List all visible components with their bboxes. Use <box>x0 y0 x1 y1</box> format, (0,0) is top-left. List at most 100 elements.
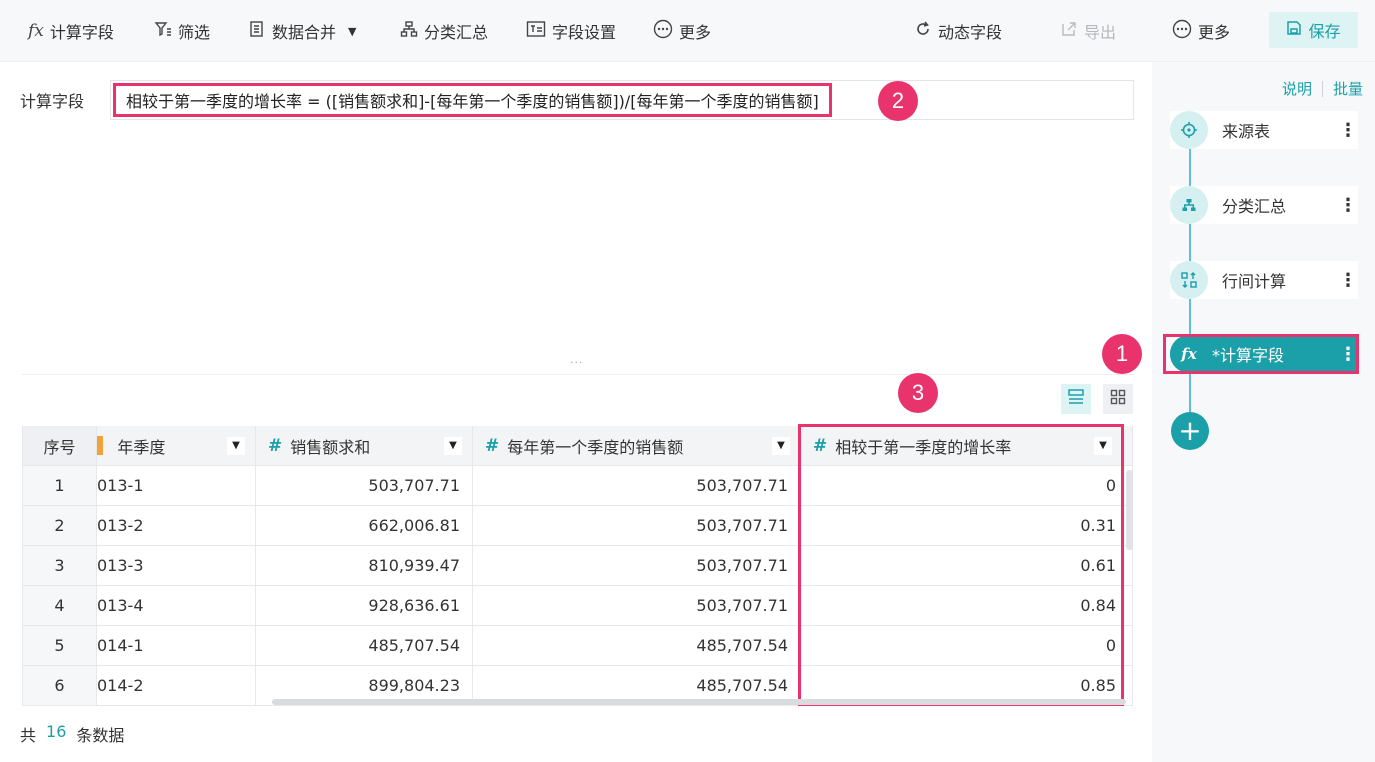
cell-sales-sum[interactable]: 662,006.81 <box>256 506 473 546</box>
more-left-button[interactable]: 更多 <box>653 0 711 62</box>
more-right-label: 更多 <box>1198 23 1231 42</box>
link-separator <box>1322 80 1324 97</box>
data-table: 序号 ▌ 年季度 ▼ # 销售额求和 ▼ # 每年第一个季度的销售额 ▼ # 相… <box>22 426 1134 706</box>
step-label: 行间计算 <box>1222 272 1287 291</box>
merge-icon <box>248 20 266 42</box>
cell-growth-rate[interactable]: 0.84 <box>801 586 1133 626</box>
filter-icon <box>154 20 172 42</box>
export-label: 导出 <box>1084 23 1117 42</box>
step-label: 来源表 <box>1222 122 1271 141</box>
vertical-scrollbar[interactable] <box>1126 470 1133 550</box>
cell-quarter[interactable]: 013-1 <box>97 466 256 506</box>
cell-quarter[interactable]: 013-2 <box>97 506 256 546</box>
grid-view-icon <box>1110 389 1126 409</box>
number-field-icon: # <box>268 435 283 456</box>
step-calc-field[interactable]: fx *计算字段 ⋮ <box>1170 335 1358 373</box>
more-right-button[interactable]: 更多 <box>1172 0 1230 62</box>
save-icon <box>1286 20 1302 40</box>
cell-index: 1 <box>23 466 97 506</box>
horizontal-scrollbar[interactable] <box>272 699 1126 705</box>
cell-sales-sum[interactable]: 810,939.47 <box>256 546 473 586</box>
cell-index: 6 <box>23 666 97 706</box>
more-circle-icon <box>653 19 673 43</box>
cell-quarter[interactable]: 013-3 <box>97 546 256 586</box>
plus-icon: + <box>1178 414 1202 447</box>
cell-first-quarter-sales[interactable]: 485,707.54 <box>473 626 801 666</box>
cell-growth-rate[interactable]: 0.61 <box>801 546 1133 586</box>
header-quarter-label: 年季度 <box>117 437 166 457</box>
save-button[interactable]: 保存 <box>1269 12 1358 48</box>
cell-first-quarter-sales[interactable]: 503,707.71 <box>473 546 801 586</box>
splitter-handle[interactable]: ··· <box>570 356 584 369</box>
export-button[interactable]: 导出 <box>1060 0 1116 62</box>
kebab-menu-icon[interactable]: ⋮ <box>1338 120 1358 141</box>
merge-button[interactable]: 数据合并 ▼ <box>248 0 356 62</box>
annotation-badge-3: 3 <box>898 373 938 413</box>
table-row: 5 014-1 485,707.54 485,707.54 0 <box>23 626 1133 666</box>
field-settings-button[interactable]: 字段设置 <box>526 0 616 62</box>
list-view-icon <box>1067 388 1085 410</box>
dropdown-icon[interactable]: ▼ <box>227 436 245 455</box>
table-row: 4 013-4 928,636.61 503,707.71 0.84 <box>23 586 1133 626</box>
cell-sales-sum[interactable]: 928,636.61 <box>256 586 473 626</box>
more-left-label: 更多 <box>679 23 712 42</box>
number-field-icon: # <box>485 435 500 456</box>
kebab-menu-icon[interactable]: ⋮ <box>1338 270 1358 291</box>
annotation-badge-1: 1 <box>1102 334 1142 374</box>
cell-growth-rate[interactable]: 0 <box>801 626 1133 666</box>
grid-view-button[interactable] <box>1103 384 1133 414</box>
group-summary-button[interactable]: 分类汇总 <box>400 0 488 62</box>
more-circle-icon <box>1172 19 1192 43</box>
batch-link[interactable]: 批量 <box>1333 78 1363 99</box>
step-row-calculation[interactable]: 行间计算 ⋮ <box>1170 261 1358 299</box>
header-first-quarter-sales[interactable]: # 每年第一个季度的销售额 ▼ <box>473 426 801 466</box>
filter-button[interactable]: 筛选 <box>154 0 210 62</box>
save-label: 保存 <box>1308 22 1341 41</box>
cell-first-quarter-sales[interactable]: 503,707.71 <box>473 586 801 626</box>
step-source-table[interactable]: 来源表 ⋮ <box>1170 111 1358 149</box>
cell-sales-sum[interactable]: 485,707.54 <box>256 626 473 666</box>
hierarchy-icon <box>1170 186 1208 224</box>
header-sales-sum[interactable]: # 销售额求和 ▼ <box>256 426 473 466</box>
cell-first-quarter-sales[interactable]: 503,707.71 <box>473 506 801 546</box>
row-count-number: 16 <box>46 722 67 741</box>
cell-quarter[interactable]: 013-4 <box>97 586 256 626</box>
step-label: 分类汇总 <box>1222 197 1287 216</box>
calc-field-button[interactable]: fx 计算字段 <box>28 0 114 62</box>
header-quarter[interactable]: ▌ 年季度 ▼ <box>97 426 256 466</box>
kebab-menu-icon[interactable]: ⋮ <box>1338 195 1358 216</box>
cell-growth-rate[interactable]: 0 <box>801 466 1133 506</box>
dropdown-icon[interactable]: ▼ <box>772 436 790 455</box>
date-field-icon: ▌ <box>97 436 110 455</box>
panel-links: 说明 批量 <box>1282 78 1363 99</box>
calc-field-label: 计算字段 <box>49 23 114 42</box>
help-link[interactable]: 说明 <box>1282 78 1312 99</box>
step-group-summary[interactable]: 分类汇总 ⋮ <box>1170 186 1358 224</box>
swap-icon <box>1170 261 1208 299</box>
formula-input[interactable]: 相较于第一季度的增长率 = ([销售额求和]-[每年第一个季度的销售额])/[每… <box>110 80 1134 120</box>
dropdown-icon[interactable]: ▼ <box>444 436 462 455</box>
caret-down-icon: ▼ <box>348 24 357 38</box>
dropdown-icon[interactable]: ▼ <box>1094 436 1112 455</box>
row-count: 共 16 条数据 <box>20 722 124 746</box>
filter-label: 筛选 <box>178 23 211 42</box>
header-growth-rate[interactable]: # 相较于第一季度的增长率 ▼ <box>801 426 1133 466</box>
add-step-button[interactable]: + <box>1171 412 1209 450</box>
cell-index: 2 <box>23 506 97 546</box>
cell-growth-rate[interactable]: 0.31 <box>801 506 1133 546</box>
hierarchy-icon <box>400 20 418 42</box>
cell-quarter[interactable]: 014-2 <box>97 666 256 706</box>
cell-sales-sum[interactable]: 503,707.71 <box>256 466 473 506</box>
cell-quarter[interactable]: 014-1 <box>97 626 256 666</box>
cell-first-quarter-sales[interactable]: 503,707.71 <box>473 466 801 506</box>
dynamic-field-button[interactable]: 动态字段 <box>914 0 1002 62</box>
annotation-badge-2: 2 <box>878 81 918 121</box>
table-row: 2 013-2 662,006.81 503,707.71 0.31 <box>23 506 1133 546</box>
table-row: 1 013-1 503,707.71 503,707.71 0 <box>23 466 1133 506</box>
kebab-menu-icon[interactable]: ⋮ <box>1338 344 1358 365</box>
list-view-button[interactable] <box>1061 384 1091 414</box>
row-count-prefix: 共 <box>20 726 37 745</box>
formula-expression[interactable]: 相较于第一季度的增长率 = ([销售额求和]-[每年第一个季度的销售额])/[每… <box>113 83 832 117</box>
refresh-icon <box>914 20 932 42</box>
export-icon <box>1060 20 1078 42</box>
